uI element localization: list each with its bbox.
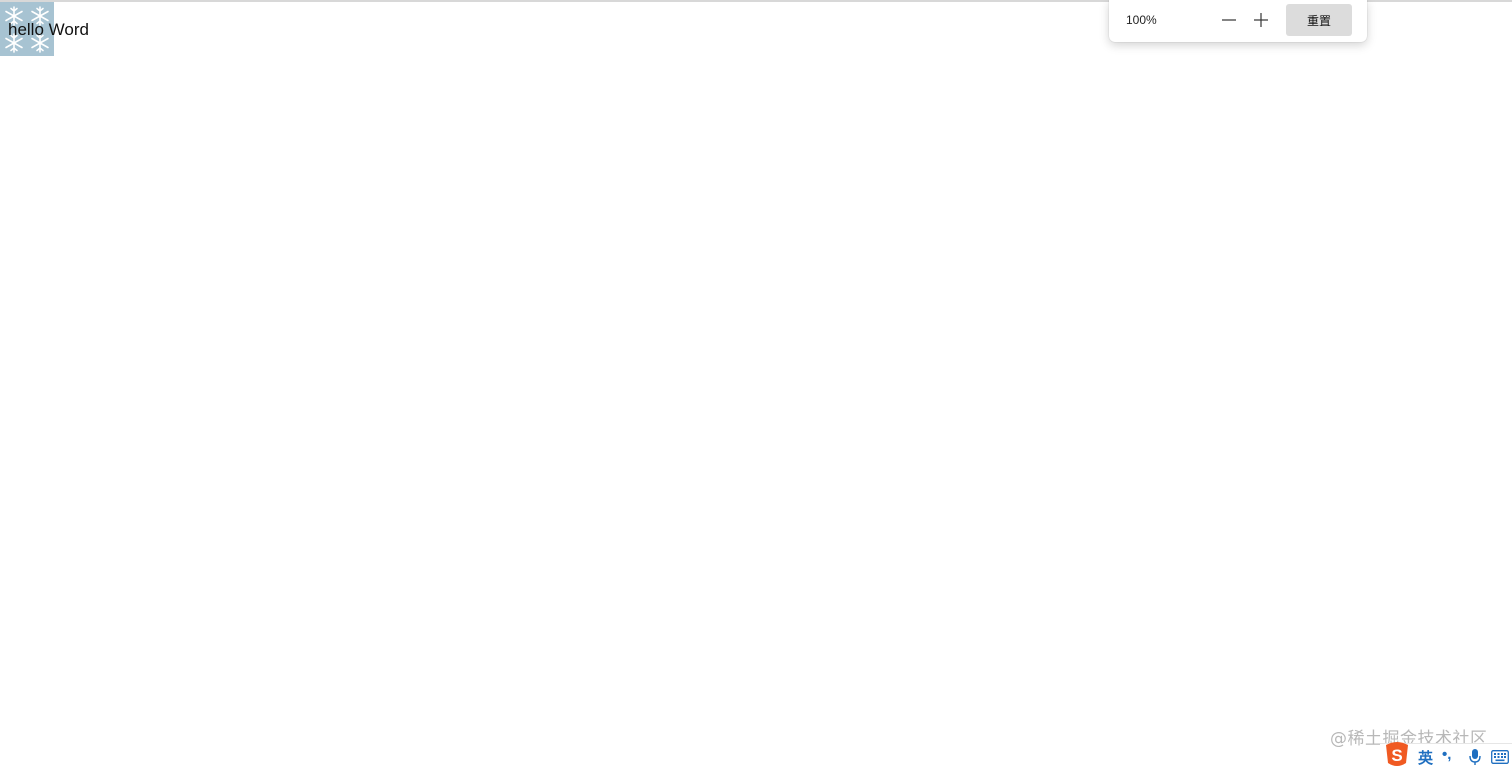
reset-zoom-button[interactable]: 重置 bbox=[1286, 4, 1352, 36]
browser-page: hello Word 100% 重置 @稀土掘金技术社区 S 英 •, bbox=[0, 0, 1512, 767]
ime-language-toggle[interactable]: 英 bbox=[1418, 747, 1433, 767]
zoom-in-button[interactable] bbox=[1248, 8, 1274, 32]
keyboard-icon[interactable] bbox=[1491, 750, 1509, 764]
svg-text:S: S bbox=[1391, 746, 1402, 765]
zoom-out-button[interactable] bbox=[1216, 8, 1242, 32]
sogou-s-icon[interactable]: S bbox=[1382, 741, 1412, 767]
ime-toolbar: S 英 •, bbox=[1380, 741, 1512, 767]
microphone-icon[interactable] bbox=[1468, 748, 1482, 766]
ime-punctuation-toggle[interactable]: •, bbox=[1442, 746, 1451, 763]
zoom-level-label: 100% bbox=[1126, 13, 1157, 27]
hello-text: hello Word bbox=[8, 20, 89, 39]
plus-icon bbox=[1254, 13, 1268, 27]
zoom-popup: 100% 重置 bbox=[1109, 0, 1367, 42]
minus-icon bbox=[1222, 19, 1236, 21]
